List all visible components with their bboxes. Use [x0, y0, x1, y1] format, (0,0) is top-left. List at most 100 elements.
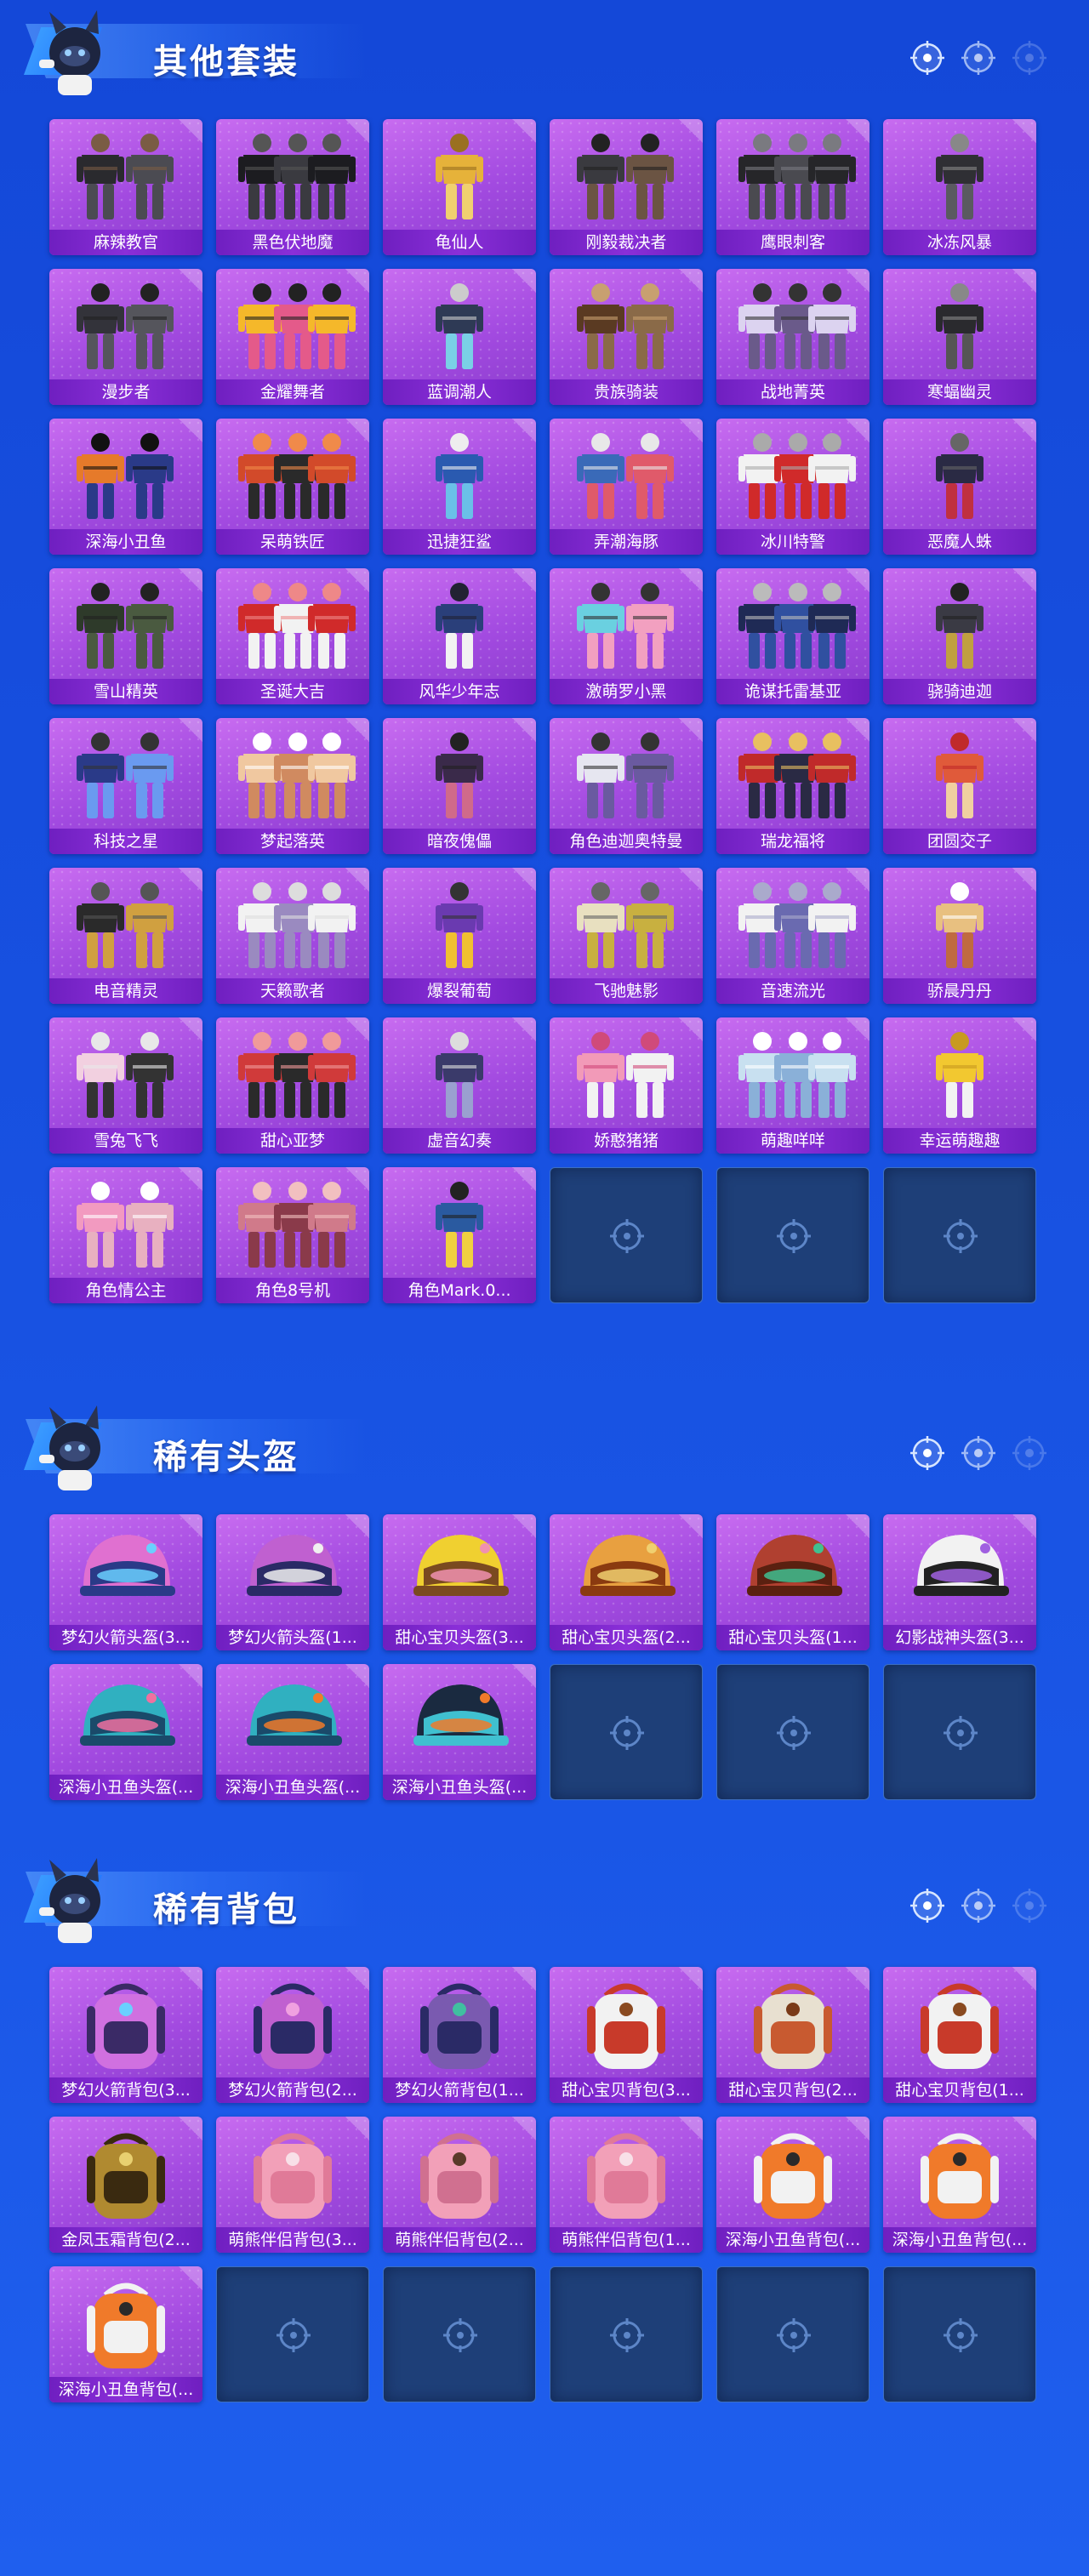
item-card[interactable]: 冰川特警 — [716, 419, 869, 555]
item-card[interactable]: 龟仙人 — [383, 119, 536, 255]
item-card[interactable]: 贵族骑装 — [550, 269, 703, 405]
item-card[interactable]: 甜心宝贝背包(1... — [883, 1967, 1036, 2103]
helmet-art — [413, 1535, 509, 1596]
item-card[interactable]: 呆萌铁匠 — [216, 419, 369, 555]
item-card[interactable]: 恶魔人蛛 — [883, 419, 1036, 555]
item-card[interactable]: 甜心宝贝背包(2... — [716, 1967, 869, 2103]
item-card[interactable]: 诡谋托雷基亚 — [716, 568, 869, 704]
item-label: 迅捷狂鲨 — [383, 529, 536, 555]
section-title: 稀有头盔 — [153, 1438, 299, 1477]
item-card[interactable]: 爆裂葡萄 — [383, 868, 536, 1004]
item-card[interactable]: 萌熊伴侣背包(2... — [383, 2117, 536, 2253]
outfit-art — [436, 134, 483, 219]
mascot-icon — [39, 1858, 100, 1943]
item-card[interactable]: 甜心亚梦 — [216, 1017, 369, 1154]
item-card[interactable]: 角色Mark.0... — [383, 1167, 536, 1303]
item-card[interactable]: 萌趣咩咩 — [716, 1017, 869, 1154]
item-card[interactable]: 梦幻火箭头盔(3... — [49, 1514, 202, 1650]
item-label: 梦起落英 — [216, 829, 369, 854]
item-card[interactable]: 幻影战神头盔(3... — [883, 1514, 1036, 1650]
outfit-art — [738, 732, 856, 818]
crosshair-icon — [944, 2318, 978, 2352]
item-card[interactable]: 梦起落英 — [216, 718, 369, 854]
outfit-art — [577, 732, 674, 818]
item-card[interactable]: 梦幻火箭背包(3... — [49, 1967, 202, 2103]
item-card[interactable]: 雪兔飞飞 — [49, 1017, 202, 1154]
crosshair-icon — [944, 1716, 978, 1750]
item-card[interactable]: 电音精灵 — [49, 868, 202, 1004]
backpack-art — [254, 1983, 332, 2069]
item-card[interactable]: 萌熊伴侣背包(3... — [216, 2117, 369, 2253]
item-card[interactable]: 冰冻风暴 — [883, 119, 1036, 255]
backpack-art — [420, 2133, 499, 2219]
item-label: 深海小丑鱼背包(... — [883, 2227, 1036, 2253]
outfit-art — [577, 882, 674, 968]
item-card[interactable]: 甜心宝贝头盔(2... — [550, 1514, 703, 1650]
item-card[interactable]: 骄晨丹丹 — [883, 868, 1036, 1004]
item-card[interactable]: 金耀舞者 — [216, 269, 369, 405]
outfit-art — [238, 1182, 356, 1268]
backpack-art — [754, 1983, 832, 2069]
crosshair-icon — [443, 2318, 477, 2352]
item-card[interactable]: 角色迪迦奥特曼 — [550, 718, 703, 854]
item-card[interactable]: 音速流光 — [716, 868, 869, 1004]
outfit-art — [936, 882, 984, 968]
item-card[interactable]: 深海小丑鱼头盔(... — [216, 1664, 369, 1800]
item-card[interactable]: 金凤玉霜背包(2... — [49, 2117, 202, 2253]
item-label: 甜心宝贝背包(2... — [716, 2077, 869, 2103]
item-card[interactable]: 梦幻火箭背包(1... — [383, 1967, 536, 2103]
item-card[interactable]: 骁骑迪迦 — [883, 568, 1036, 704]
item-card[interactable]: 刚毅裁决者 — [550, 119, 703, 255]
item-card[interactable]: 深海小丑鱼 — [49, 419, 202, 555]
item-card[interactable]: 麻辣教官 — [49, 119, 202, 255]
item-card[interactable]: 深海小丑鱼头盔(... — [49, 1664, 202, 1800]
item-label: 甜心宝贝头盔(2... — [550, 1625, 703, 1650]
item-card[interactable]: 黑色伏地魔 — [216, 119, 369, 255]
empty-slot — [216, 2266, 369, 2402]
item-card[interactable]: 科技之星 — [49, 718, 202, 854]
item-card[interactable]: 娇憨猪猪 — [550, 1017, 703, 1154]
item-card[interactable]: 深海小丑鱼背包(... — [883, 2117, 1036, 2253]
item-card[interactable]: 飞驰魅影 — [550, 868, 703, 1004]
item-card[interactable]: 战地菁英 — [716, 269, 869, 405]
item-card[interactable]: 萌熊伴侣背包(1... — [550, 2117, 703, 2253]
item-card[interactable]: 天籁歌者 — [216, 868, 369, 1004]
item-card[interactable]: 甜心宝贝头盔(1... — [716, 1514, 869, 1650]
item-card[interactable]: 梦幻火箭背包(2... — [216, 1967, 369, 2103]
item-label: 冰冻风暴 — [883, 230, 1036, 255]
item-card[interactable]: 深海小丑鱼头盔(... — [383, 1664, 536, 1800]
item-card[interactable]: 团圆交子 — [883, 718, 1036, 854]
item-card[interactable]: 鹰眼刺客 — [716, 119, 869, 255]
backpack-art — [420, 1983, 499, 2069]
item-card[interactable]: 漫步者 — [49, 269, 202, 405]
item-card[interactable]: 角色8号机 — [216, 1167, 369, 1303]
item-card[interactable]: 暗夜傀儡 — [383, 718, 536, 854]
item-card[interactable]: 深海小丑鱼背包(... — [49, 2266, 202, 2402]
item-card[interactable]: 幸运萌趣趣 — [883, 1017, 1036, 1154]
item-card[interactable]: 圣诞大吉 — [216, 568, 369, 704]
item-card[interactable]: 风华少年志 — [383, 568, 536, 704]
item-card[interactable]: 蓝调潮人 — [383, 269, 536, 405]
item-card[interactable]: 梦幻火箭头盔(1... — [216, 1514, 369, 1650]
item-card[interactable]: 深海小丑鱼背包(... — [716, 2117, 869, 2253]
backpack-art — [87, 2282, 165, 2368]
item-label: 深海小丑鱼背包(... — [49, 2377, 202, 2402]
outfit-art — [577, 583, 674, 669]
item-card[interactable]: 弄潮海豚 — [550, 419, 703, 555]
item-label: 龟仙人 — [383, 230, 536, 255]
item-card[interactable]: 角色情公主 — [49, 1167, 202, 1303]
item-card[interactable]: 迅捷狂鲨 — [383, 419, 536, 555]
outfit-art — [77, 433, 174, 519]
item-card[interactable]: 甜心宝贝背包(3... — [550, 1967, 703, 2103]
item-label: 深海小丑鱼 — [49, 529, 202, 555]
item-card[interactable]: 甜心宝贝头盔(3... — [383, 1514, 536, 1650]
item-card[interactable]: 瑞龙福将 — [716, 718, 869, 854]
item-card[interactable]: 虚音幻奏 — [383, 1017, 536, 1154]
outfit-art — [738, 283, 856, 369]
item-card[interactable]: 寒蝠幽灵 — [883, 269, 1036, 405]
item-card[interactable]: 激萌罗小黑 — [550, 568, 703, 704]
item-card[interactable]: 雪山精英 — [49, 568, 202, 704]
target-icon — [910, 1889, 944, 1923]
outfit-art — [436, 283, 483, 369]
empty-slot — [883, 1664, 1036, 1800]
